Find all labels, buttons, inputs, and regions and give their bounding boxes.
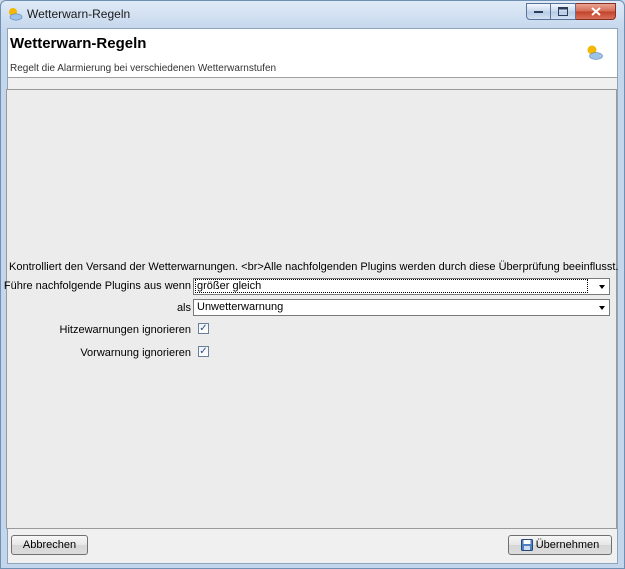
maximize-button[interactable] — [551, 3, 576, 20]
page-subtitle: Regelt die Alarmierung bei verschiedenen… — [10, 63, 277, 74]
condition-value: größer gleich — [195, 279, 588, 293]
close-icon — [590, 7, 601, 16]
dialog-footer: Abbrechen Übernehmen — [8, 529, 617, 563]
minimize-button[interactable] — [526, 3, 551, 20]
title-bar[interactable]: Wetterwarn-Regeln — [1, 1, 624, 27]
window-controls — [526, 3, 616, 20]
settings-panel: Kontrolliert den Versand der Wetterwarnu… — [3, 89, 619, 529]
apply-button-label: Übernehmen — [535, 539, 600, 551]
level-select[interactable]: Unwetterwarnung — [193, 299, 610, 316]
dialog-header: Wetterwarn-Regeln Regelt die Alarmierung… — [8, 29, 617, 78]
ignore-prewarning-label: Vorwarnung ignorieren — [80, 347, 191, 359]
page-title: Wetterwarn-Regeln — [10, 35, 147, 52]
minimize-icon — [534, 10, 543, 13]
dialog-window: Wetterwarn-Regeln Wetterwarn-Regeln Rege… — [0, 0, 625, 569]
maximize-icon — [558, 7, 568, 16]
ignore-heat-checkbox[interactable]: ✓ — [198, 323, 209, 334]
dialog-content: Wetterwarn-Regeln Regelt die Alarmierung… — [3, 28, 619, 564]
ignore-heat-label: Hitzewarnungen ignorieren — [59, 324, 191, 336]
cancel-button[interactable]: Abbrechen — [11, 535, 88, 555]
condition-label: Führe nachfolgende Plugins aus wenn — [3, 280, 191, 292]
description-text: Kontrolliert den Versand der Wetterwarnu… — [9, 261, 619, 273]
window-title: Wetterwarn-Regeln — [27, 7, 131, 21]
condition-select[interactable]: größer gleich — [193, 278, 610, 295]
level-label: als — [176, 302, 191, 314]
chevron-down-icon[interactable] — [599, 285, 605, 289]
save-disk-icon — [520, 539, 533, 551]
weather-sun-cloud-icon — [587, 45, 603, 60]
cancel-button-label: Abbrechen — [22, 539, 77, 551]
apply-button[interactable]: Übernehmen — [508, 535, 612, 555]
ignore-prewarning-checkbox[interactable]: ✓ — [198, 346, 209, 357]
weather-sun-cloud-icon — [9, 8, 23, 21]
chevron-down-icon[interactable] — [599, 306, 605, 310]
level-value: Unwetterwarnung — [197, 301, 284, 313]
close-button[interactable] — [576, 3, 616, 20]
